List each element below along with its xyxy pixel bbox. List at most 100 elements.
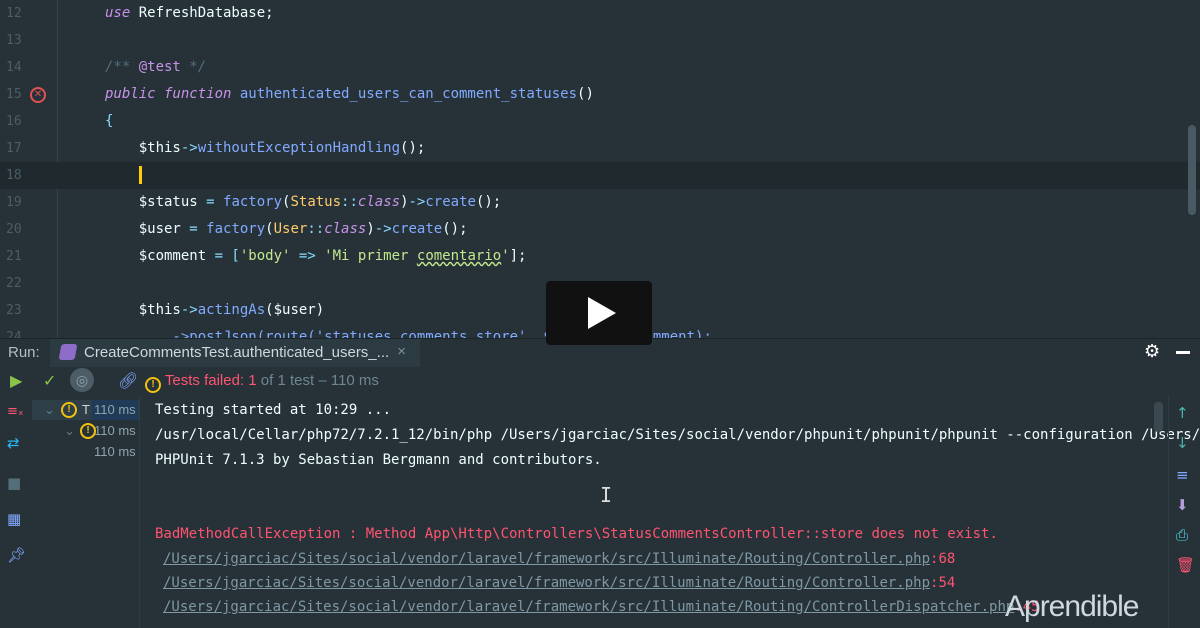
scroll-to-end-icon[interactable]: ⬇ bbox=[1176, 496, 1189, 514]
layout-icon[interactable]: ▦ bbox=[7, 510, 21, 528]
code-token: class bbox=[324, 221, 367, 237]
code-line[interactable]: 18 bbox=[0, 162, 1200, 189]
minimize-icon[interactable] bbox=[1176, 351, 1190, 354]
code-token: /** bbox=[105, 59, 139, 75]
tests-summary-text: of 1 test – 110 ms bbox=[256, 372, 379, 389]
stack-trace-link[interactable]: /Users/jgarciac/Sites/social/vendor/lara… bbox=[163, 575, 930, 591]
code-token: (); bbox=[442, 221, 468, 237]
line-number: 15 bbox=[6, 87, 22, 102]
toggle-auto-test-icon[interactable]: ⇄ bbox=[7, 434, 20, 452]
tree-item-test[interactable]: 110 ms bbox=[32, 442, 140, 462]
line-number: 23 bbox=[6, 303, 22, 318]
print-icon[interactable]: ⎙ bbox=[1176, 526, 1188, 544]
line-number: 21 bbox=[6, 249, 22, 264]
run-toolbar: ▶ ✓ ◎ 🔗︎ ! Tests failed: 1 of 1 test – 1… bbox=[0, 366, 1200, 396]
code-line[interactable]: 21 $comment = ['body' => 'Mi primer come… bbox=[0, 243, 1200, 270]
code-text: $this->actingAs($user) bbox=[105, 297, 324, 324]
code-token: RefreshDatabase; bbox=[138, 5, 274, 21]
line-number: 12 bbox=[6, 6, 22, 21]
code-token: :: bbox=[341, 194, 358, 210]
soft-wrap-icon[interactable]: ≡ bbox=[1176, 466, 1189, 484]
line-number: 24 bbox=[6, 330, 22, 338]
stack-trace-line: /Users/jgarciac/Sites/social/vendor/lara… bbox=[155, 547, 955, 571]
arrow-down-icon[interactable]: ↓ bbox=[1176, 434, 1189, 452]
error-message: BadMethodCallException : Method App\Http… bbox=[155, 526, 998, 542]
link-icon[interactable]: 🔗︎ bbox=[118, 371, 138, 391]
code-line[interactable]: 16 { bbox=[0, 108, 1200, 135]
watermark-text: Apren bbox=[1005, 590, 1081, 623]
arrow-up-icon[interactable]: ↑ bbox=[1176, 404, 1189, 422]
console-output[interactable]: Testing started at 10:29 ... /usr/local/… bbox=[155, 396, 1200, 615]
code-token: -> bbox=[408, 194, 426, 210]
tree-item-time: 110 ms bbox=[92, 400, 138, 420]
code-token: $status bbox=[105, 194, 207, 210]
code-line[interactable]: 13 bbox=[0, 27, 1200, 54]
show-ignored-icon[interactable]: ◎ bbox=[70, 368, 94, 392]
test-tree: ⌄ ! T 110 ms ⌄ ! 110 ms 110 ms bbox=[32, 396, 140, 628]
code-text bbox=[105, 162, 142, 189]
aprendible-watermark: Aprendible bbox=[1005, 590, 1139, 624]
tree-item-time: 110 ms bbox=[94, 444, 136, 459]
tree-item-test[interactable]: ⌄ ! 110 ms bbox=[32, 421, 140, 441]
text-cursor-icon: I bbox=[600, 483, 613, 507]
gear-icon[interactable]: ⚙ bbox=[1144, 341, 1160, 362]
editor-scrollbar[interactable] bbox=[1188, 125, 1196, 215]
stop-icon[interactable]: ■ bbox=[7, 474, 21, 492]
code-line[interactable]: 15 public function authenticated_users_ca… bbox=[0, 81, 1200, 108]
code-token: (); bbox=[475, 194, 502, 210]
tree-item-label: T bbox=[82, 402, 90, 417]
code-token: comentario bbox=[416, 248, 502, 264]
run-side-toolbar: ≡ₓ ⇄ ■ ▦ 📌︎ bbox=[0, 396, 32, 628]
rerun-icon[interactable]: ▶ bbox=[10, 371, 22, 391]
stack-trace-line: /Users/jgarciac/Sites/social/vendor/lara… bbox=[155, 571, 955, 595]
code-token: 'Mi primer bbox=[324, 248, 417, 264]
test-failed-icon[interactable]: ✕ bbox=[30, 87, 46, 103]
video-play-button[interactable] bbox=[546, 281, 652, 345]
code-token: $this bbox=[105, 302, 181, 318]
code-line[interactable]: 14 /** @test */ bbox=[0, 54, 1200, 81]
stack-trace-link[interactable]: /Users/jgarciac/Sites/social/vendor/lara… bbox=[163, 599, 1014, 615]
line-number: 22 bbox=[6, 276, 22, 291]
code-token: withoutExceptionHandling bbox=[197, 140, 401, 156]
code-token: = bbox=[206, 194, 224, 210]
tree-item-root[interactable]: ⌄ ! T 110 ms bbox=[32, 400, 140, 420]
code-line[interactable]: 19 $status = factory(Status::class)->cre… bbox=[0, 189, 1200, 216]
code-token: public function bbox=[105, 86, 240, 102]
code-text: $this->withoutExceptionHandling(); bbox=[105, 135, 426, 162]
show-passed-icon[interactable]: ✓ bbox=[43, 371, 56, 391]
code-token: -> bbox=[374, 221, 392, 237]
stop-failed-icon[interactable]: ≡ₓ bbox=[7, 404, 24, 419]
console-line: Testing started at 10:29 ... bbox=[155, 402, 392, 418]
run-tab[interactable]: CreateCommentsTest.authenticated_users_.… bbox=[50, 339, 420, 367]
warning-icon: ! bbox=[61, 402, 77, 418]
code-text: use RefreshDatabase; bbox=[105, 0, 274, 27]
code-token: (); bbox=[400, 140, 426, 156]
code-text: $status = factory(Status::class)->create… bbox=[105, 189, 502, 216]
line-number: :54 bbox=[930, 575, 956, 591]
code-line[interactable]: 17 $this->withoutExceptionHandling(); bbox=[0, 135, 1200, 162]
text-caret bbox=[138, 166, 142, 184]
tests-failed-text: Tests failed: 1 bbox=[164, 372, 257, 389]
pin-icon[interactable]: 📌︎ bbox=[7, 546, 26, 564]
code-line[interactable]: 20 $user = factory(User::class)->create(… bbox=[0, 216, 1200, 243]
code-token: @test bbox=[138, 59, 181, 75]
close-tab-icon[interactable]: × bbox=[397, 343, 406, 360]
run-label: Run: bbox=[8, 344, 40, 361]
code-token: */ bbox=[180, 59, 207, 75]
trash-icon[interactable]: 🗑︎ bbox=[1176, 556, 1195, 574]
console-scrollbar[interactable] bbox=[1154, 402, 1163, 432]
console-line: PHPUnit 7.1.3 by Sebastian Bergmann and … bbox=[155, 452, 602, 468]
line-number: 20 bbox=[6, 222, 22, 237]
watermark-text-bold: dible bbox=[1080, 590, 1139, 623]
code-token: ($user) bbox=[265, 302, 325, 318]
warning-icon: ! bbox=[145, 377, 161, 393]
line-number: 19 bbox=[6, 195, 22, 210]
code-text: $user = factory(User::class)->create(); bbox=[105, 216, 468, 243]
code-text: /** @test */ bbox=[105, 54, 206, 81]
code-line[interactable]: 12 use RefreshDatabase; bbox=[0, 0, 1200, 27]
code-token: $this bbox=[105, 140, 181, 156]
stack-trace-link[interactable]: /Users/jgarciac/Sites/social/vendor/lara… bbox=[163, 551, 930, 567]
code-token: ]; bbox=[509, 248, 527, 264]
code-token: => bbox=[290, 248, 325, 264]
